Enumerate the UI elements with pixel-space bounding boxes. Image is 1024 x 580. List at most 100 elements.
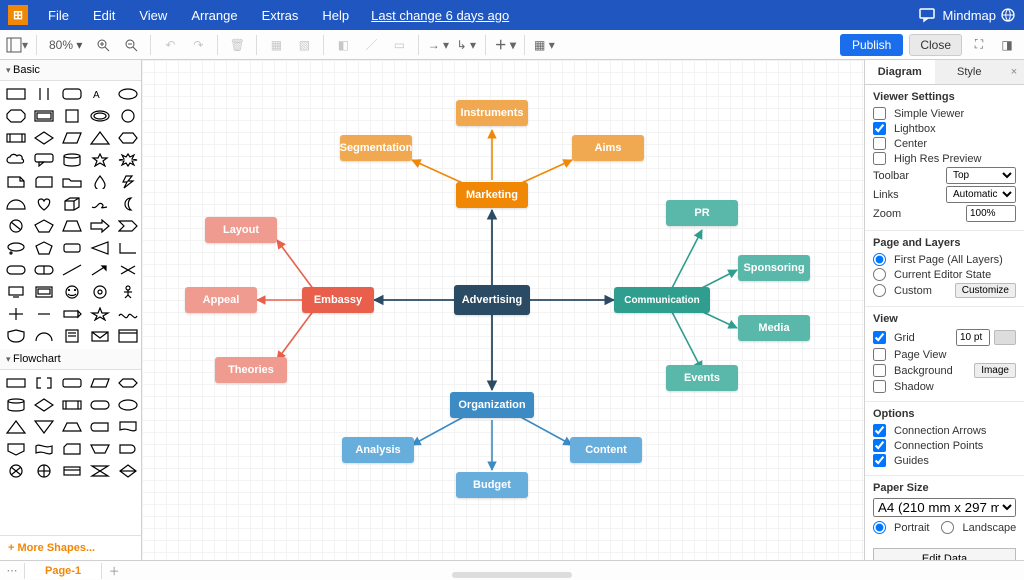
simple-viewer-checkbox[interactable] bbox=[873, 107, 886, 120]
node-pr[interactable]: PR bbox=[666, 200, 738, 226]
menu-extras[interactable]: Extras bbox=[250, 8, 311, 23]
fc-delay[interactable] bbox=[116, 440, 140, 458]
redo-icon[interactable]: ↷ bbox=[187, 34, 209, 56]
menu-file[interactable]: File bbox=[36, 8, 81, 23]
menu-view[interactable]: View bbox=[127, 8, 179, 23]
tab-diagram[interactable]: Diagram bbox=[865, 60, 935, 84]
pl-first-radio[interactable] bbox=[873, 253, 886, 266]
shape-octagon[interactable] bbox=[4, 107, 28, 125]
publish-button[interactable]: Publish bbox=[840, 34, 903, 56]
shape-cube[interactable] bbox=[60, 195, 84, 213]
shape-section-basic[interactable]: Basic bbox=[0, 60, 141, 81]
insert-icon[interactable]: ＋ ▾ bbox=[494, 34, 516, 56]
node-instruments[interactable]: Instruments bbox=[456, 100, 528, 126]
node-segmentation[interactable]: Segmentation bbox=[340, 135, 412, 161]
page-view-checkbox[interactable] bbox=[873, 348, 886, 361]
fc-hex[interactable] bbox=[116, 374, 140, 392]
fullscreen-icon[interactable]: ⛶ bbox=[968, 34, 990, 56]
fc-manual[interactable] bbox=[88, 440, 112, 458]
shape-parallel-lines[interactable] bbox=[32, 85, 56, 103]
view-mode-button[interactable]: ▾ bbox=[6, 34, 28, 56]
menu-arrange[interactable]: Arrange bbox=[179, 8, 249, 23]
node-layout[interactable]: Layout bbox=[205, 217, 277, 243]
shape-rbox[interactable] bbox=[60, 239, 84, 257]
fc-sort[interactable] bbox=[116, 462, 140, 480]
shape-double-ellipse[interactable] bbox=[88, 107, 112, 125]
shape-triangle[interactable] bbox=[88, 129, 112, 147]
grid-color-swatch[interactable] bbox=[994, 330, 1016, 345]
fc-term[interactable] bbox=[88, 396, 112, 414]
node-appeal[interactable]: Appeal bbox=[185, 287, 257, 313]
shape-label[interactable] bbox=[60, 305, 84, 323]
shape-square[interactable] bbox=[60, 107, 84, 125]
shape-scribble[interactable] bbox=[88, 195, 112, 213]
node-budget[interactable]: Budget bbox=[456, 472, 528, 498]
node-embassy[interactable]: Embassy bbox=[302, 287, 374, 313]
node-content[interactable]: Content bbox=[570, 437, 642, 463]
zoom-value[interactable]: 80% ▾ bbox=[45, 38, 86, 52]
canvas[interactable]: Advertising Embassy Layout Appeal Theori… bbox=[142, 60, 864, 560]
shape-double-rect[interactable] bbox=[32, 107, 56, 125]
shape-card[interactable] bbox=[32, 173, 56, 191]
fc-or[interactable] bbox=[32, 462, 56, 480]
fc-round[interactable] bbox=[60, 374, 84, 392]
conn-points-checkbox[interactable] bbox=[873, 439, 886, 452]
more-shapes-button[interactable]: + More Shapes... bbox=[0, 535, 141, 560]
shape-pentagon2[interactable] bbox=[32, 239, 56, 257]
shape-section-flowchart[interactable]: Flowchart bbox=[0, 349, 141, 370]
shape-parallelogram[interactable] bbox=[60, 129, 84, 147]
center-checkbox[interactable] bbox=[873, 137, 886, 150]
table-icon[interactable]: ▦ ▾ bbox=[533, 34, 555, 56]
fc-diamond[interactable] bbox=[32, 396, 56, 414]
shape-donut[interactable] bbox=[88, 283, 112, 301]
links-select[interactable]: Automatic bbox=[946, 186, 1016, 203]
image-button[interactable]: Image bbox=[974, 363, 1016, 378]
grid-checkbox[interactable] bbox=[873, 331, 886, 344]
shape-doc[interactable] bbox=[60, 327, 84, 345]
customize-button[interactable]: Customize bbox=[955, 283, 1016, 298]
menu-edit[interactable]: Edit bbox=[81, 8, 127, 23]
fc-storeh[interactable] bbox=[60, 462, 84, 480]
shape-arc[interactable] bbox=[32, 327, 56, 345]
waypoint-icon[interactable]: ↳ ▾ bbox=[455, 34, 477, 56]
fc-ell[interactable] bbox=[116, 396, 140, 414]
shadow-icon[interactable]: ▭ bbox=[388, 34, 410, 56]
fc-offpage[interactable] bbox=[4, 440, 28, 458]
shape-note[interactable] bbox=[4, 173, 28, 191]
shape-text[interactable]: A bbox=[88, 85, 112, 103]
high-res-checkbox[interactable] bbox=[873, 152, 886, 165]
fc-tri[interactable] bbox=[4, 418, 28, 436]
edit-data-button[interactable]: Edit Data bbox=[873, 548, 1016, 560]
last-change-link[interactable]: Last change 6 days ago bbox=[371, 8, 509, 23]
shape-bolt[interactable] bbox=[116, 173, 140, 191]
menu-help[interactable]: Help bbox=[310, 8, 361, 23]
shape-star5[interactable] bbox=[88, 305, 112, 323]
shape-callout[interactable] bbox=[32, 151, 56, 169]
shape-envelope[interactable] bbox=[88, 327, 112, 345]
zoom-out-icon[interactable] bbox=[120, 34, 142, 56]
fc-invtri[interactable] bbox=[32, 418, 56, 436]
shape-plus[interactable] bbox=[4, 305, 28, 323]
shape-rounded[interactable] bbox=[60, 85, 84, 103]
fc-store[interactable] bbox=[88, 418, 112, 436]
shape-cross2[interactable] bbox=[116, 261, 140, 279]
page-tab-1[interactable]: Page-1 bbox=[24, 563, 102, 579]
landscape-radio[interactable] bbox=[941, 521, 954, 534]
app-logo[interactable]: ⊞ bbox=[8, 5, 28, 25]
format-panel-toggle-icon[interactable]: ◨ bbox=[996, 34, 1018, 56]
lightbox-checkbox[interactable] bbox=[873, 122, 886, 135]
shape-drop[interactable] bbox=[88, 173, 112, 191]
h-scrollbar[interactable] bbox=[452, 572, 572, 578]
shape-screen[interactable] bbox=[32, 283, 56, 301]
shape-chevron[interactable] bbox=[116, 217, 140, 235]
connection-icon[interactable]: → ▾ bbox=[427, 34, 449, 56]
shape-smiley[interactable] bbox=[60, 283, 84, 301]
shape-tri-left[interactable] bbox=[88, 239, 112, 257]
shape-burst[interactable] bbox=[116, 151, 140, 169]
shape-thought[interactable] bbox=[4, 239, 28, 257]
shape-cloud[interactable] bbox=[4, 151, 28, 169]
zoom-in-icon[interactable] bbox=[92, 34, 114, 56]
shape-moon[interactable] bbox=[116, 195, 140, 213]
node-media[interactable]: Media bbox=[738, 315, 810, 341]
fc-db[interactable] bbox=[4, 396, 28, 414]
